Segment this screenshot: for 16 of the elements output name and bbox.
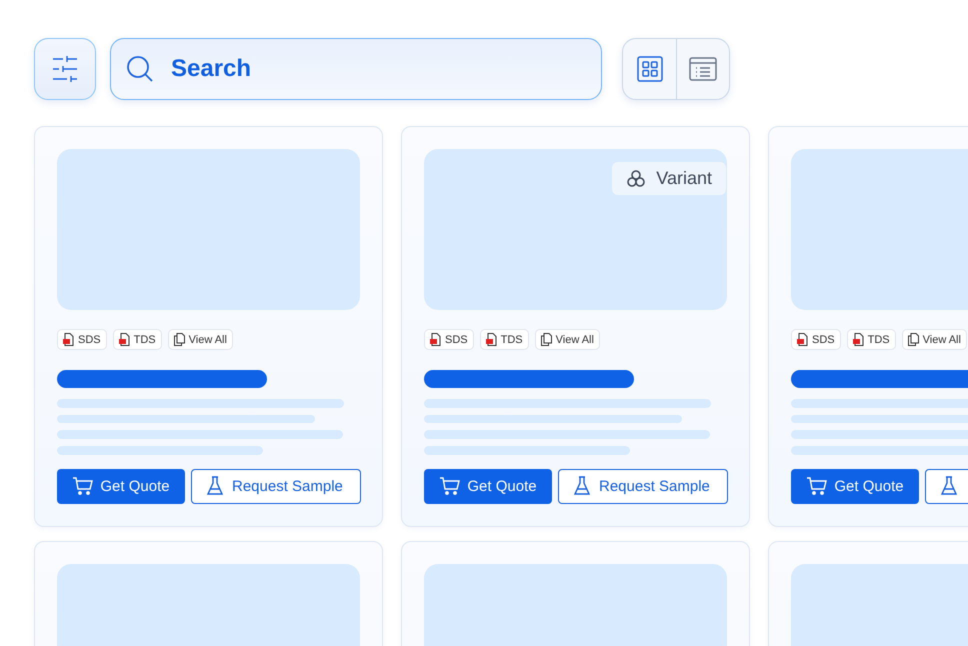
document-chip[interactable]: TDS [480,329,529,350]
document-chip[interactable]: SDS [791,329,841,350]
document-chip[interactable]: SDS [57,329,107,350]
document-chip[interactable]: View All [534,329,600,350]
document-chip[interactable]: TDS [846,329,896,350]
get-quote-button[interactable]: Get Quote [424,468,552,504]
variant-badge: Variant [612,162,726,195]
search-field[interactable]: Search [110,38,602,100]
document-chip[interactable]: View All [902,329,967,350]
document-chip[interactable]: View All [168,329,233,350]
get-quote-button[interactable]: Get Quote [791,468,919,504]
get-quote-button[interactable]: Get Quote [57,468,185,504]
request-sample-button[interactable]: Request Sample [558,468,728,504]
document-chip[interactable]: SDS [424,329,474,350]
request-sample-button[interactable]: Request Sample [191,468,361,504]
document-chip[interactable]: TDS [112,329,162,350]
